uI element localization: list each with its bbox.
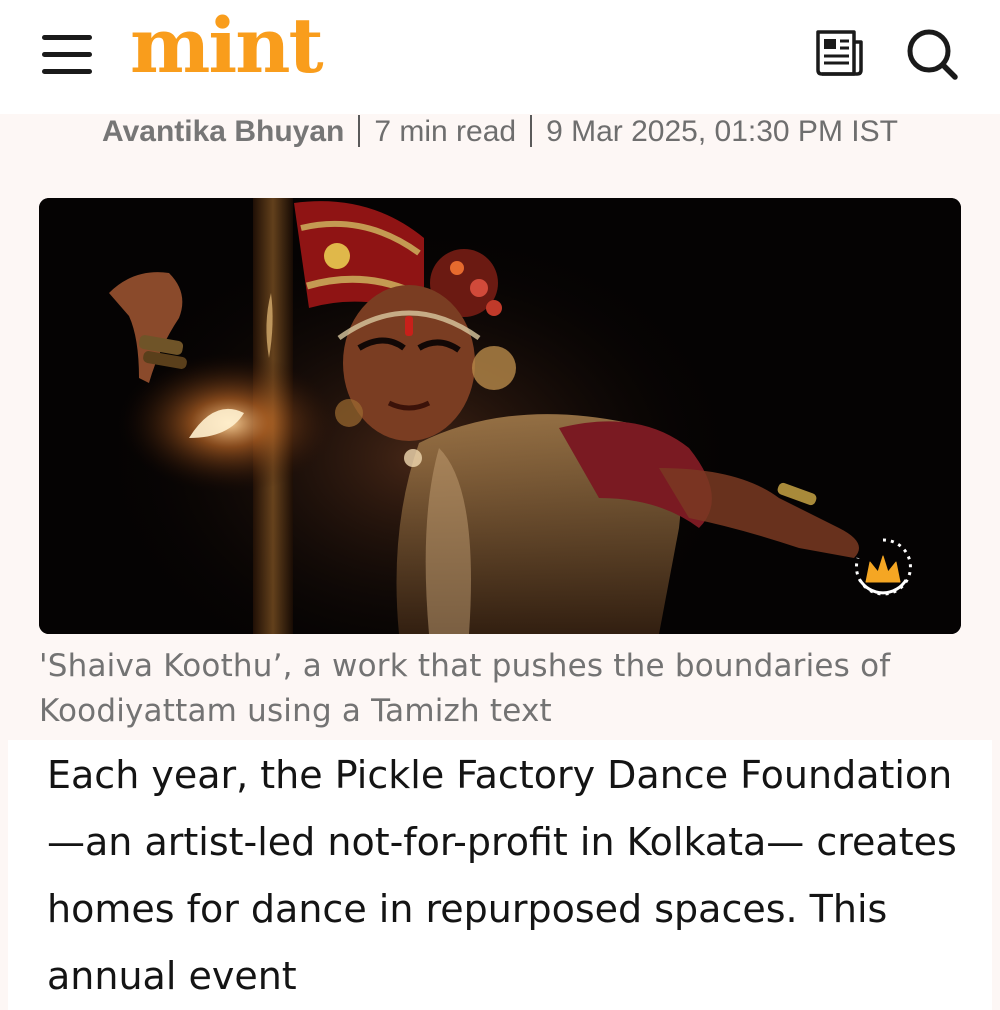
article-body-paragraph: Each year, the Pickle Factory Dance Foun… [47,753,957,998]
newspaper-icon[interactable] [812,26,866,80]
author-name[interactable]: Avantika Bhuyan [102,115,344,148]
read-time: 7 min read [374,115,517,148]
meta-divider [358,115,361,148]
article-meta: Avantika Bhuyan 7 min read 9 Mar 2025, 01:… [0,114,1000,152]
image-caption: 'Shaiva Koothu’, a work that pushes the … [39,648,891,729]
search-icon[interactable] [904,26,960,82]
mint-logo[interactable]: mint [130,8,324,84]
crown-icon[interactable] [852,536,914,598]
meta-divider [530,115,533,148]
hamburger-menu-icon[interactable] [42,33,94,75]
top-header: mint [0,0,1000,114]
publish-date: 9 Mar 2025, 01:30 PM IST [546,115,898,148]
hero-image [39,198,961,634]
